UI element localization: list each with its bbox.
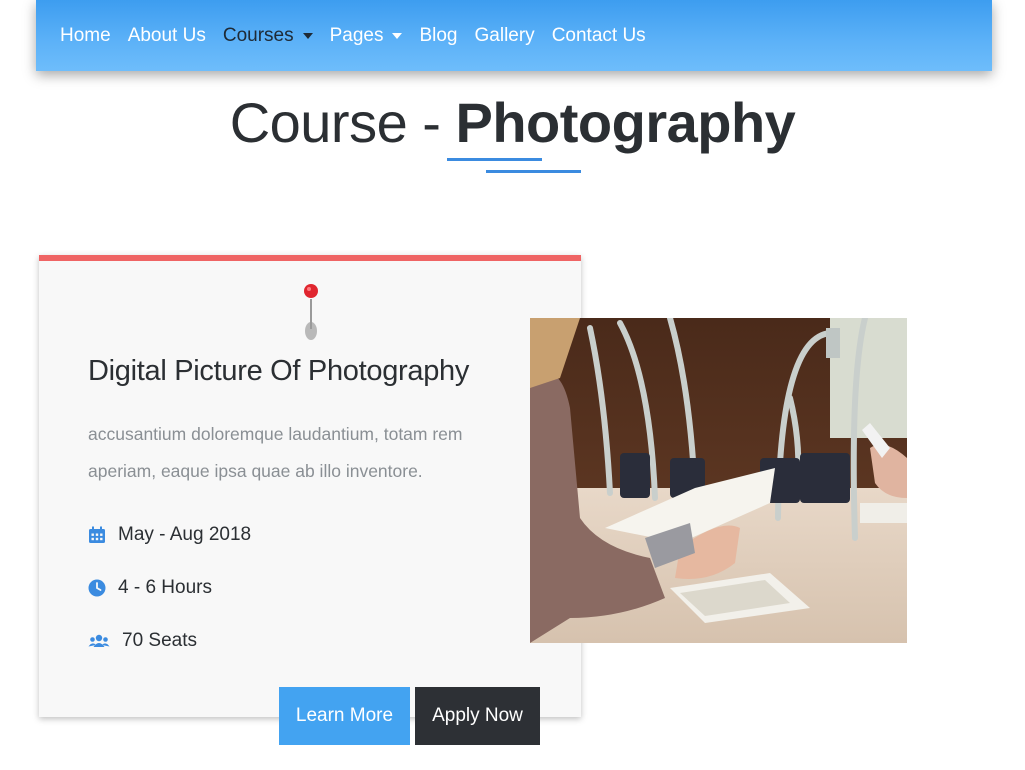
nav-pages-label: Pages (329, 24, 384, 46)
apply-now-button[interactable]: Apply Now (415, 687, 540, 745)
caret-down-icon (302, 32, 313, 39)
title-underline-top (447, 158, 542, 161)
course-seats-row: 70 Seats (88, 630, 197, 652)
nav-gallery[interactable]: Gallery (475, 25, 535, 47)
nav-home[interactable]: Home (60, 25, 111, 47)
course-photo (530, 318, 907, 643)
calendar-icon (89, 526, 105, 543)
course-dates-row: May - Aug 2018 (88, 524, 251, 546)
clock-icon (88, 579, 106, 597)
page-title-emphasis: Photography (455, 91, 796, 154)
nav-about-us[interactable]: About Us (128, 25, 206, 47)
nav-contact-us[interactable]: Contact Us (552, 25, 646, 47)
users-icon (88, 634, 110, 647)
nav-blog[interactable]: Blog (419, 25, 457, 47)
nav-courses[interactable]: Courses (223, 25, 313, 47)
page-title-prefix: Course - (229, 91, 456, 154)
learn-more-button[interactable]: Learn More (279, 687, 410, 745)
course-duration: 4 - 6 Hours (118, 577, 212, 598)
nav-courses-label: Courses (222, 24, 294, 46)
page-title: Course - Photography (0, 90, 1025, 155)
course-dates: May - Aug 2018 (118, 524, 252, 545)
main-navbar: Home About Us Courses Pages Blog Gallery… (36, 0, 992, 71)
nav-pages[interactable]: Pages (330, 25, 403, 47)
course-duration-row: 4 - 6 Hours (88, 577, 212, 599)
caret-down-icon (392, 32, 403, 39)
course-card: Digital Picture Of Photography accusanti… (39, 255, 581, 717)
course-description: accusantium doloremque laudantium, totam… (88, 424, 463, 481)
course-title: Digital Picture Of Photography (88, 355, 470, 387)
course-seats: 70 Seats (122, 630, 197, 651)
map-pin-icon (304, 284, 318, 340)
title-underline-bottom (486, 170, 581, 173)
